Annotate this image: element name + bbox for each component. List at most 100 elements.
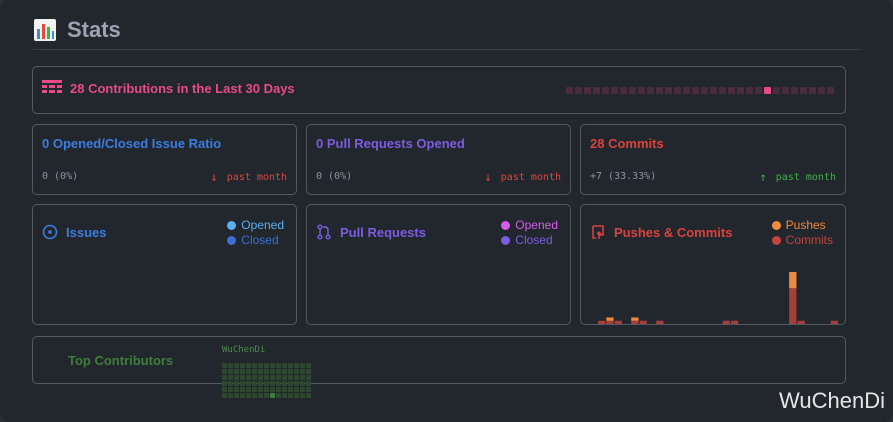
contributor-day (240, 393, 245, 398)
contributor-day (228, 369, 233, 374)
contributor-day (252, 387, 257, 392)
legend-dot (501, 236, 511, 245)
contributor-day (288, 375, 293, 380)
pull-requests-card: 0 Pull Requests Opened 0 (0%) ↓ past mon… (306, 124, 571, 195)
pull-requests-panel: Pull Requests Opened Closed (306, 204, 571, 325)
bar-chart-icon (34, 19, 56, 41)
legend-dot (771, 221, 781, 230)
contributor-day (282, 381, 287, 386)
contributor-day (282, 393, 287, 398)
pushes-bar (631, 317, 639, 321)
contributor-day (300, 387, 305, 392)
contribution-day (647, 87, 654, 94)
commits-title: 28 Commits (590, 136, 664, 151)
legend-label: Opened (515, 218, 558, 232)
contributor-day (288, 369, 293, 374)
contributor-day (288, 381, 293, 386)
contribution-day (566, 87, 573, 94)
legend-dot (501, 221, 511, 230)
contributor-day (234, 387, 239, 392)
contributor-day (234, 375, 239, 380)
pushes-commits-panel: Pushes & Commits Pushes Commits (580, 204, 846, 325)
commits-bar (598, 320, 606, 324)
contributor-day (294, 387, 299, 392)
contributor-day (270, 369, 275, 374)
contributor-day (288, 393, 293, 398)
contributor-day (276, 363, 281, 368)
commits-bar (730, 320, 739, 324)
contributor-day (306, 363, 311, 368)
commits-bar (830, 320, 838, 324)
trend-label: past month (226, 171, 287, 183)
contribution-day (629, 87, 636, 94)
commits-bar (606, 320, 614, 324)
contributor-day (276, 375, 281, 380)
contributor-day (270, 381, 275, 386)
contribution-day (809, 87, 816, 94)
contributor-day (270, 387, 275, 392)
contributor-day (258, 363, 263, 368)
commits-card: 28 Commits +7 (33.33%) ↑ past month (580, 124, 846, 195)
contributor-day (252, 369, 257, 374)
legend-item-commits: Commits (771, 233, 833, 248)
contributor-day (258, 381, 263, 386)
contributor-day (228, 387, 233, 392)
legend-item-opened: Opened (501, 218, 558, 233)
contribution-day (656, 87, 663, 94)
legend-label: Closed (241, 233, 279, 247)
page-title: Stats (67, 17, 121, 42)
contributor-day (264, 387, 269, 392)
contribution-day (728, 87, 735, 94)
contributor-day (222, 363, 227, 368)
arrow-up-icon: ↑ (759, 170, 767, 184)
contributions-label: 28 Contributions in the Last 30 Days (70, 80, 295, 96)
contributor-day (294, 375, 299, 380)
legend-item-pushes: Pushes (771, 218, 833, 233)
contributor-day (252, 375, 257, 380)
commits-bar (722, 320, 730, 324)
contributor-day (258, 387, 263, 392)
commits-value: +7 (33.33%) (590, 171, 657, 182)
commits-trend: ↑ past month (760, 170, 836, 184)
calendar-grid-icon (42, 80, 62, 93)
contribution-day (800, 87, 807, 94)
legend-dot (227, 236, 237, 245)
pull-request-icon (317, 224, 331, 240)
contributor-day (264, 381, 269, 386)
contributor-day (258, 369, 263, 374)
contributor-day (246, 393, 251, 398)
issue-circle-icon (42, 224, 58, 240)
contribution-day (719, 87, 726, 94)
contributor-day (246, 369, 251, 374)
contributor-day (228, 381, 233, 386)
contributor-day (270, 363, 275, 368)
trend-label: past month (500, 171, 561, 183)
trend-label: past month (775, 171, 836, 183)
contributor-day (240, 375, 245, 380)
legend-item-opened: Opened (227, 218, 284, 233)
contributor-day (282, 387, 287, 392)
header-divider (33, 49, 861, 50)
watermark: WuChenDi (779, 388, 885, 413)
contributor-day (306, 369, 311, 374)
legend-dot (227, 221, 237, 230)
contributor-day (306, 387, 311, 392)
stats-header: Stats (33, 14, 121, 46)
issue-ratio-value: 0 (0%) (42, 171, 79, 182)
pull-requests-trend: ↓ past month (485, 170, 561, 184)
pushes-commits-legend: Pushes Commits (771, 218, 833, 248)
contribution-day (593, 87, 600, 94)
contributor-day (258, 375, 263, 380)
contributor-day (282, 363, 287, 368)
commits-bar (797, 320, 805, 324)
legend-dot (771, 236, 781, 245)
contributor-day (306, 381, 311, 386)
contributor-day (288, 387, 293, 392)
contributor-day (252, 363, 257, 368)
contributor-day (234, 369, 239, 374)
contributor-day (240, 381, 245, 386)
contributor-day (252, 381, 257, 386)
contribution-day (791, 87, 798, 94)
commits-bar (639, 320, 647, 324)
legend-label: Pushes (785, 218, 826, 232)
